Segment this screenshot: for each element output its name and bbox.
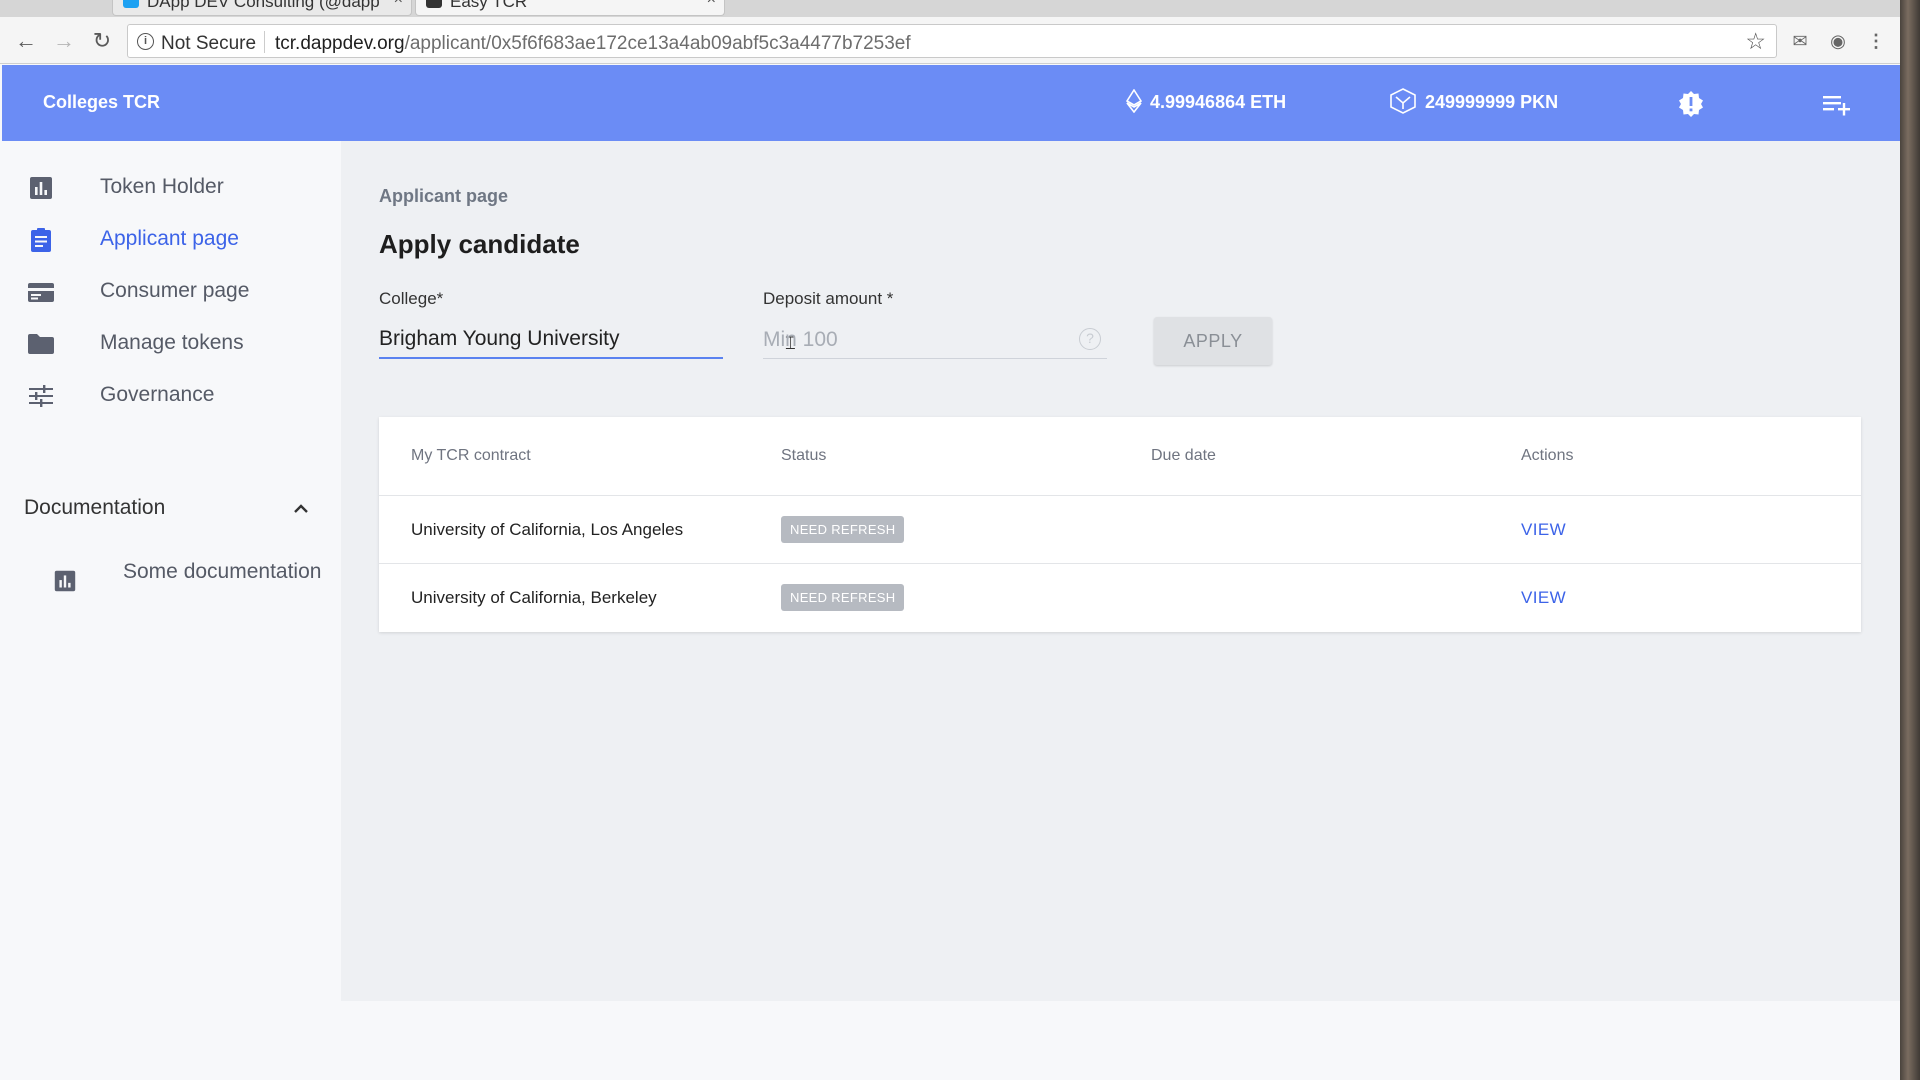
browser-menu-icon[interactable]: ⋮	[1865, 30, 1887, 52]
table-row: University of California, Los Angeles NE…	[379, 496, 1861, 564]
page-title: Apply candidate	[379, 229, 580, 259]
page-footer-area	[2, 1001, 1900, 1080]
sidebar-item-governance[interactable]: Governance	[2, 369, 341, 421]
sidebar-item-label: Token Holder	[100, 175, 224, 198]
app-header: Colleges TCR 4.99946864 ETH 249999999 PK…	[2, 65, 1900, 141]
chevron-up-icon	[294, 504, 308, 513]
college-input[interactable]	[379, 321, 723, 359]
address-bar[interactable]: i Not Secure tcr.dappdev.org/applicant/0…	[127, 24, 1777, 58]
tab-easy-tcr[interactable]: Easy TCR ×	[415, 0, 725, 16]
pkn-balance-text: 249999999 PKN	[1425, 92, 1559, 112]
close-tab-icon[interactable]: ×	[707, 0, 716, 8]
pkn-balance: 249999999 PKN	[1389, 88, 1559, 115]
breadcrumb: Applicant page	[379, 186, 509, 206]
reload-icon[interactable]: ↻	[88, 27, 116, 55]
url-text[interactable]: tcr.dappdev.org/applicant/0x5f6f683ae172…	[275, 33, 911, 55]
twitter-favicon-icon	[123, 0, 139, 8]
documentation-label: Documentation	[24, 496, 166, 519]
pkn-token-icon	[1390, 88, 1416, 115]
sidebar-documentation-toggle[interactable]: Documentation	[2, 482, 341, 534]
card-icon	[28, 283, 54, 302]
alert-badge-icon[interactable]	[1677, 90, 1705, 118]
sidebar-item-label: Some documentation	[123, 560, 322, 583]
table-row: University of California, Berkeley NEED …	[379, 564, 1861, 632]
tab-title: DApp DEV Consulting (@dapp	[147, 0, 380, 11]
back-icon[interactable]: ←	[12, 27, 40, 55]
url-path: /applicant/0x5f6f683ae172ce13a4ab09abf5c…	[404, 33, 911, 54]
mail-extension-icon[interactable]: ✉	[1789, 30, 1811, 52]
browser-toolbar: ← → ↻ i Not Secure tcr.dappdev.org/appli…	[0, 17, 1900, 64]
sliders-icon	[29, 385, 53, 407]
eth-balance-text: 4.99946864 ETH	[1150, 92, 1287, 112]
bar-chart-icon	[54, 570, 76, 592]
column-header-status: Status	[781, 447, 827, 464]
tab-strip: DApp DEV Consulting (@dapp × Easy TCR ×	[0, 0, 1900, 17]
sidebar-item-token-holder[interactable]: Token Holder	[2, 161, 341, 213]
table-header: My TCR contract Status Due date Actions	[379, 417, 1861, 496]
sidebar-item-some-documentation[interactable]: Some documentation	[2, 561, 341, 621]
view-button[interactable]: VIEW	[1521, 588, 1566, 608]
playlist-add-icon[interactable]	[1822, 92, 1852, 116]
desktop-background	[1900, 0, 1920, 1080]
status-badge: NEED REFRESH	[781, 584, 905, 611]
sidebar-item-manage-tokens[interactable]: Manage tokens	[2, 317, 341, 369]
app-title[interactable]: Colleges TCR	[43, 92, 160, 113]
column-header-contract: My TCR contract	[411, 447, 531, 464]
clipboard-icon	[31, 228, 51, 252]
url-host: tcr.dappdev.org	[275, 33, 405, 54]
folder-icon	[28, 334, 54, 354]
security-label: Not Secure	[161, 33, 257, 54]
bar-chart-icon	[30, 177, 52, 199]
metamask-extension-icon[interactable]: ◉	[1827, 30, 1849, 52]
divider	[264, 31, 265, 53]
info-icon[interactable]: i	[137, 33, 154, 50]
sidebar-item-consumer-page[interactable]: Consumer page	[2, 265, 341, 317]
column-header-actions: Actions	[1521, 447, 1574, 464]
deposit-amount-input[interactable]	[763, 321, 1107, 359]
contract-name: University of California, Los Angeles	[411, 520, 684, 539]
app-favicon-icon	[426, 0, 442, 8]
sidebar-item-label: Governance	[100, 383, 215, 406]
tcr-contracts-table: My TCR contract Status Due date Actions …	[379, 417, 1861, 632]
column-header-due-date: Due date	[1151, 447, 1216, 464]
sidebar: Token Holder Applicant page Consumer pag…	[2, 141, 341, 1001]
sidebar-item-label: Applicant page	[100, 227, 239, 250]
sidebar-item-label: Consumer page	[100, 279, 250, 302]
college-label: College*	[379, 289, 444, 308]
sidebar-item-label: Manage tokens	[100, 331, 244, 354]
apply-button[interactable]: APPLY	[1154, 317, 1272, 365]
contract-name: University of California, Berkeley	[411, 588, 657, 607]
browser-window: DApp DEV Consulting (@dapp × Easy TCR × …	[0, 0, 1900, 1080]
sidebar-item-applicant-page[interactable]: Applicant page	[2, 213, 341, 265]
bookmark-star-icon[interactable]: ☆	[1745, 28, 1766, 55]
help-icon[interactable]: ?	[1079, 328, 1101, 350]
status-badge: NEED REFRESH	[781, 516, 905, 543]
deposit-amount-label: Deposit amount *	[763, 289, 894, 308]
ethereum-icon	[1126, 89, 1142, 114]
close-tab-icon[interactable]: ×	[394, 0, 403, 8]
eth-balance: 4.99946864 ETH	[1126, 89, 1287, 114]
main-content: Applicant page Apply candidate College* …	[341, 141, 1900, 1001]
view-button[interactable]: VIEW	[1521, 520, 1566, 540]
tab-dapp-dev[interactable]: DApp DEV Consulting (@dapp ×	[112, 0, 412, 16]
forward-icon[interactable]: →	[50, 27, 78, 55]
tab-title: Easy TCR	[450, 0, 528, 11]
